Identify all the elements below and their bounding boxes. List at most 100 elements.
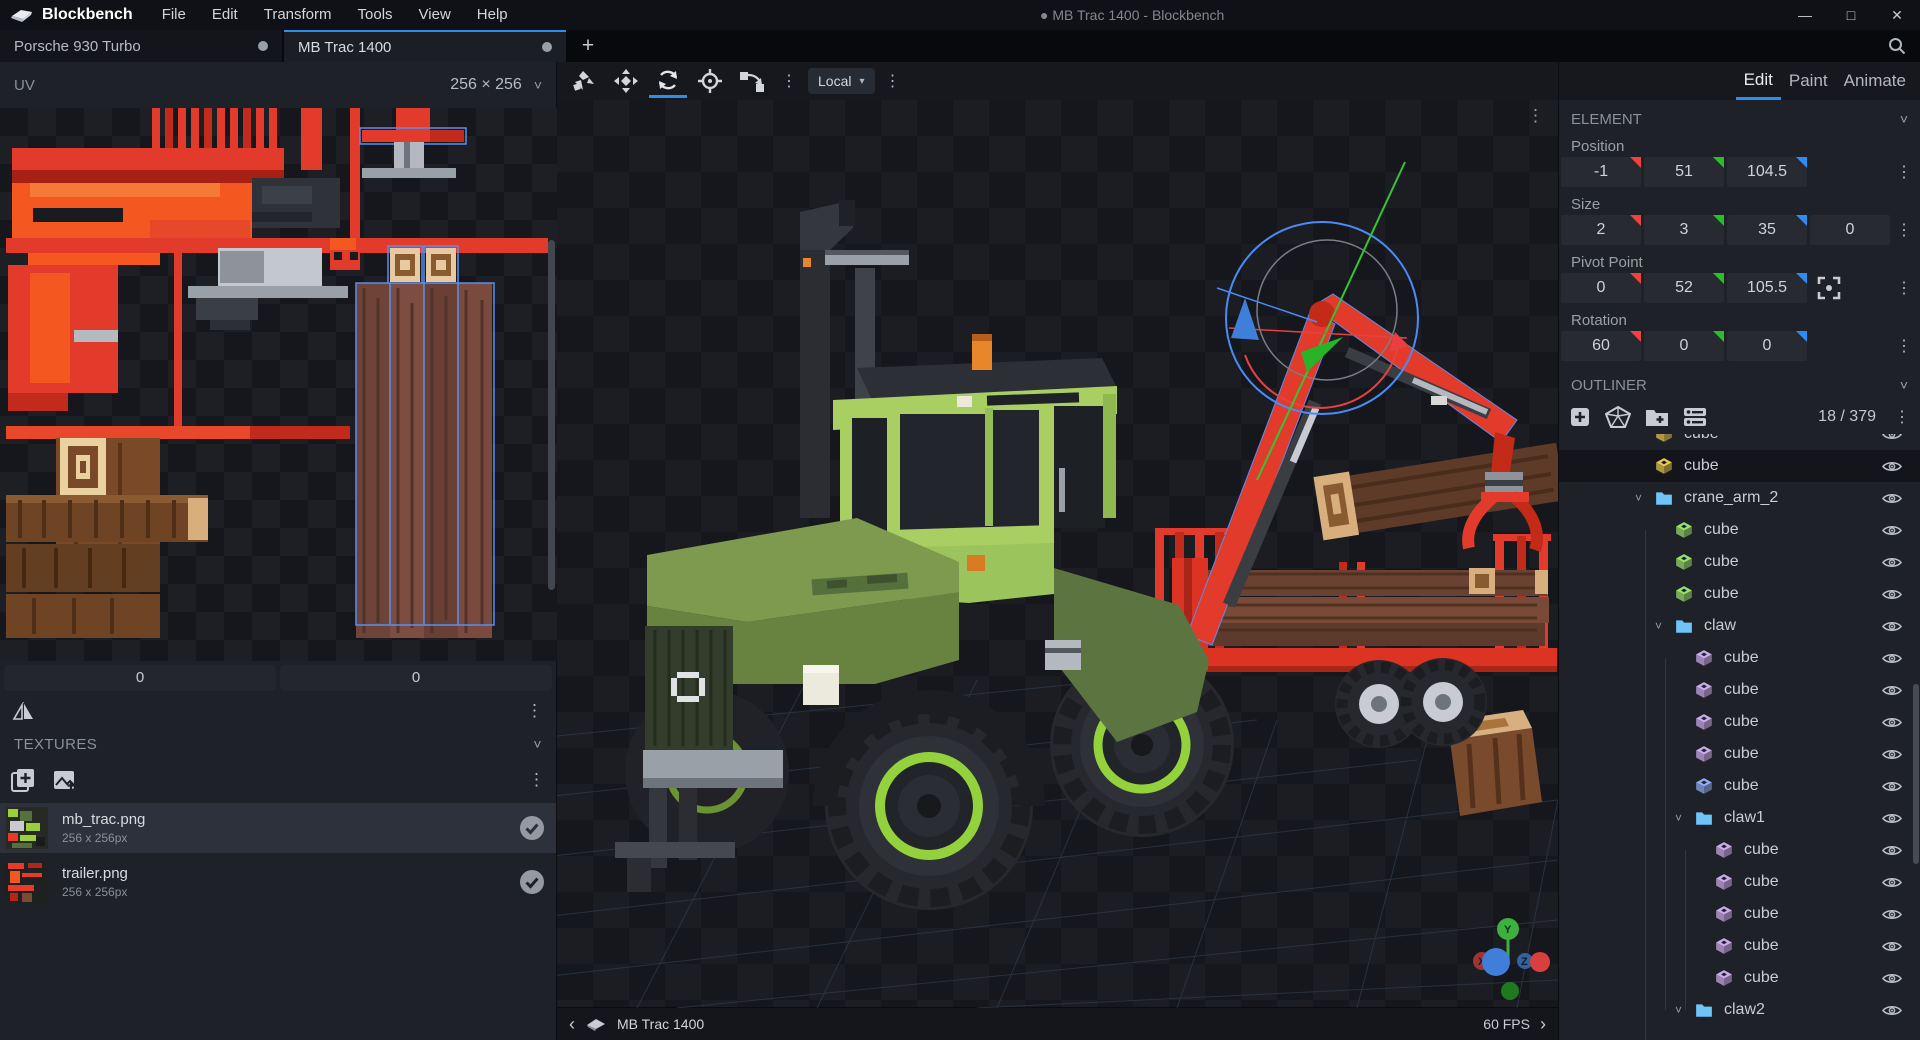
rotate-tool[interactable] (649, 64, 687, 98)
outliner-group-crane-arm-2[interactable]: ˅ crane_arm_2 (1559, 482, 1920, 514)
unsaved-dot-icon[interactable] (258, 41, 268, 51)
uv-slider-x[interactable]: 0 (4, 665, 276, 691)
outliner-item-cube[interactable]: cube (1559, 674, 1920, 706)
visibility-eye-icon[interactable] (1882, 492, 1902, 505)
chevron-down-icon[interactable]: ˅ (534, 77, 542, 93)
chevron-down-icon[interactable]: ˅ (1900, 111, 1908, 127)
outliner-item-cube[interactable]: cube (1559, 514, 1920, 546)
visibility-eye-icon[interactable] (1882, 940, 1902, 953)
pivot-x-input[interactable]: 0 (1561, 273, 1641, 303)
outliner-header[interactable]: OUTLINER ˅ (1559, 370, 1920, 400)
center-pivot-icon[interactable] (1816, 275, 1842, 301)
add-cube-icon[interactable] (1569, 406, 1591, 428)
pivot-y-input[interactable]: 52 (1644, 273, 1724, 303)
transform-space-select[interactable]: Local ▾ (808, 68, 875, 94)
size-x-input[interactable]: 2 (1561, 215, 1641, 245)
texture-enabled-check-icon[interactable] (518, 814, 546, 842)
outliner-item-cube[interactable]: cube (1559, 834, 1920, 866)
outliner-item-cube-selected[interactable]: cube (1559, 450, 1920, 482)
element-header[interactable]: ELEMENT ˅ (1559, 104, 1920, 134)
chevron-down-icon[interactable]: ˅ (533, 736, 542, 752)
uv-resolution[interactable]: 256 × 256 (450, 76, 522, 94)
visibility-eye-icon[interactable] (1882, 780, 1902, 793)
texture-item-mb-trac[interactable]: mb_trac.png 256 x 256px (0, 803, 556, 853)
tab-animate[interactable]: Animate (1836, 62, 1914, 100)
visibility-eye-icon[interactable] (1882, 588, 1902, 601)
textures-header[interactable]: TEXTURES ˅ (0, 727, 556, 761)
size-y-input[interactable]: 3 (1644, 215, 1724, 245)
uv-scrollbar[interactable] (548, 240, 555, 590)
texture-enabled-check-icon[interactable] (518, 868, 546, 896)
gizmo-select-tool[interactable] (565, 64, 603, 98)
viewport-options-icon[interactable]: ⋮ (1527, 106, 1544, 126)
expand-chevron-icon[interactable]: ˅ (1675, 811, 1682, 825)
vertex-snap-tool[interactable] (733, 64, 771, 98)
outliner-item-cube[interactable]: cube (1559, 962, 1920, 994)
more-options-icon[interactable]: ⋮ (1896, 162, 1918, 182)
add-group-icon[interactable] (1645, 407, 1669, 427)
visibility-eye-icon[interactable] (1882, 908, 1902, 921)
outliner-item-cube[interactable]: cube (1559, 546, 1920, 578)
position-x-input[interactable]: -1 (1561, 157, 1641, 187)
menu-view[interactable]: View (406, 0, 464, 30)
rotation-x-input[interactable]: 60 (1561, 331, 1641, 361)
prev-camera-icon[interactable]: ‹ (569, 1014, 575, 1035)
more-options-icon[interactable]: ⋮ (526, 701, 544, 721)
chevron-down-icon[interactable]: ˅ (1900, 377, 1908, 393)
more-options-icon[interactable]: ⋮ (1896, 278, 1918, 298)
uv-slider-y[interactable]: 0 (280, 665, 552, 691)
visibility-eye-icon[interactable] (1882, 844, 1902, 857)
outliner-item-cube[interactable]: cube (1559, 866, 1920, 898)
expand-chevron-icon[interactable]: ˅ (1655, 619, 1662, 633)
texture-item-trailer[interactable]: trailer.png 256 x 256px (0, 857, 556, 907)
next-camera-icon[interactable]: › (1540, 1014, 1546, 1035)
close-button[interactable]: ✕ (1874, 0, 1920, 30)
create-texture-icon[interactable] (52, 767, 78, 793)
more-options-icon[interactable]: ⋮ (1890, 407, 1910, 427)
visibility-eye-icon[interactable] (1882, 556, 1902, 569)
visibility-eye-icon[interactable] (1882, 812, 1902, 825)
outliner-group-claw[interactable]: ˅ claw (1559, 610, 1920, 642)
more-options-icon[interactable]: ⋮ (1896, 336, 1918, 356)
move-tool[interactable] (607, 64, 645, 98)
outliner-scrollbar[interactable] (1913, 684, 1919, 864)
toggle-view-icon[interactable] (1683, 406, 1707, 428)
tab-paint[interactable]: Paint (1781, 62, 1836, 100)
visibility-eye-icon[interactable] (1882, 876, 1902, 889)
outliner-item-cube[interactable]: cube (1559, 898, 1920, 930)
new-tab-button[interactable]: + (568, 30, 608, 62)
visibility-eye-icon[interactable] (1882, 748, 1902, 761)
visibility-eye-icon[interactable] (1882, 972, 1902, 985)
viewport-3d-canvas[interactable]: X Y Z ⋮ (557, 100, 1558, 1008)
menu-file[interactable]: File (149, 0, 199, 30)
expand-chevron-icon[interactable]: ˅ (1635, 491, 1642, 505)
visibility-eye-icon[interactable] (1882, 1004, 1902, 1017)
more-options-icon[interactable]: ⋮ (1896, 220, 1918, 240)
outliner-item-cube[interactable]: cube (1559, 434, 1920, 450)
visibility-eye-icon[interactable] (1882, 434, 1902, 441)
search-icon[interactable] (1886, 35, 1908, 57)
size-inflate-input[interactable]: 0 (1810, 215, 1890, 245)
mirror-uv-icon[interactable] (12, 701, 34, 721)
outliner-item-cube[interactable]: cube (1559, 642, 1920, 674)
visibility-eye-icon[interactable] (1882, 652, 1902, 665)
outliner-group-claw1[interactable]: ˅ claw1 (1559, 802, 1920, 834)
outliner-group-claw2[interactable]: ˅ claw2 (1559, 994, 1920, 1026)
visibility-eye-icon[interactable] (1882, 524, 1902, 537)
menu-transform[interactable]: Transform (251, 0, 345, 30)
tab-edit[interactable]: Edit (1735, 62, 1781, 100)
maximize-button[interactable]: □ (1828, 0, 1874, 30)
position-y-input[interactable]: 51 (1644, 157, 1724, 187)
toolbar-more-icon[interactable]: ⋮ (879, 71, 908, 91)
uv-editor-canvas[interactable] (0, 108, 557, 661)
size-z-input[interactable]: 35 (1727, 215, 1807, 245)
outliner-item-cube[interactable]: cube (1559, 930, 1920, 962)
toolbar-more-icon[interactable]: ⋮ (775, 71, 804, 91)
tab-mb-trac-1400[interactable]: MB Trac 1400 (284, 30, 566, 62)
pivot-z-input[interactable]: 105.5 (1727, 273, 1807, 303)
outliner-item-cube[interactable]: cube (1559, 706, 1920, 738)
rotation-z-input[interactable]: 0 (1727, 331, 1807, 361)
outliner-item-cube[interactable]: cube (1559, 738, 1920, 770)
visibility-eye-icon[interactable] (1882, 684, 1902, 697)
more-options-icon[interactable]: ⋮ (528, 770, 546, 790)
